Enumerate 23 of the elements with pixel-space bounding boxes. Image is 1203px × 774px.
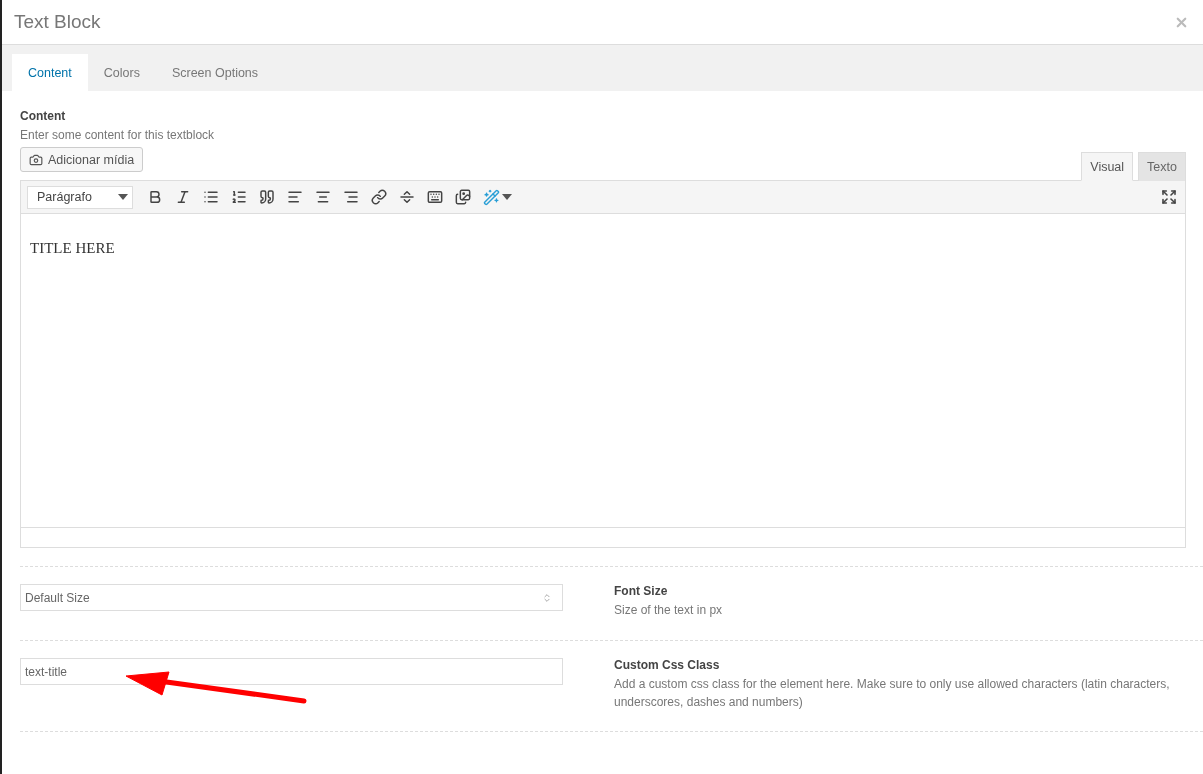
field-label: Content	[20, 109, 67, 123]
tab[interactable]: Colors	[87, 54, 156, 91]
editor-text[interactable]: TITLE HERE	[21, 214, 1185, 527]
setting-description: Add a custom css class for the element here. Make sure to only use allowed characters (latin characters, underscores, dashes and numbers)	[614, 676, 1171, 711]
field-description: Enter some content for this textblock	[20, 127, 216, 144]
setting-label: Custom Css Class	[614, 658, 721, 672]
quote-icon[interactable]	[257, 187, 277, 207]
tab[interactable]: Screen Options	[155, 54, 275, 91]
window-title: Text Block	[14, 11, 101, 33]
editor-tab[interactable]: Texto	[1138, 152, 1186, 181]
input-field[interactable]: text-title	[20, 658, 563, 685]
format-select[interactable]: Parágrafo	[27, 185, 133, 209]
link-icon[interactable]	[369, 187, 389, 207]
select-field[interactable]: Default Size	[20, 584, 563, 611]
images-icon[interactable]	[453, 187, 473, 207]
editor-tab[interactable]: Visual	[1081, 152, 1134, 181]
tab[interactable]: Content	[12, 54, 88, 91]
camera-icon	[29, 152, 43, 167]
add-media-button[interactable]: Adicionar mídia	[20, 147, 144, 172]
up-down-icon	[542, 592, 552, 603]
fullscreen-icon[interactable]	[1159, 187, 1179, 207]
setting-label: Font Size	[614, 584, 669, 598]
setting-description: Size of the text in px	[614, 602, 724, 619]
